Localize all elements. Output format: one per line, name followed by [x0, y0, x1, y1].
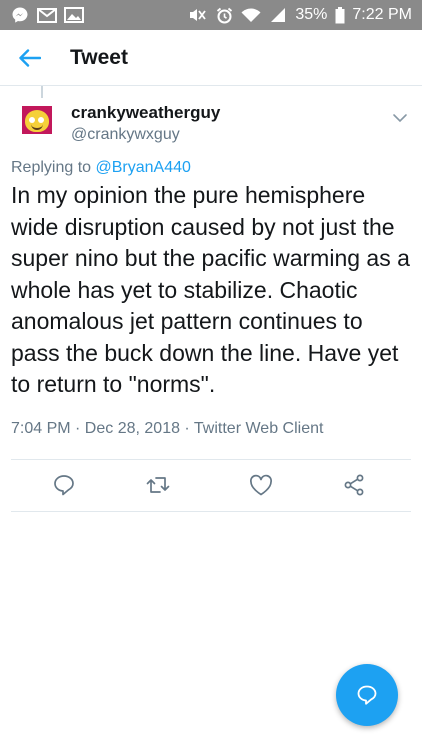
- reply-icon[interactable]: [51, 472, 77, 498]
- arrow-left-icon: [19, 48, 41, 67]
- battery-percent: 35%: [295, 6, 328, 23]
- compose-reply-icon: [355, 683, 379, 707]
- avatar[interactable]: [22, 106, 52, 142]
- status-left-icons: [10, 7, 84, 23]
- share-icon[interactable]: [341, 472, 367, 498]
- avatar-face: [25, 110, 49, 132]
- back-button[interactable]: [0, 30, 60, 86]
- image-icon: [64, 7, 84, 23]
- page-title: Tweet: [70, 45, 128, 69]
- replying-to: Replying to @BryanA440: [0, 158, 422, 178]
- retweet-icon[interactable]: [145, 472, 171, 498]
- tweet-text: In my opinion the pure hemisphere wide d…: [11, 182, 410, 397]
- signal-icon: [268, 7, 288, 23]
- chevron-down-icon[interactable]: [392, 110, 408, 126]
- like-icon[interactable]: [248, 472, 274, 498]
- tweet-actions: [11, 460, 411, 512]
- app-header: Tweet: [0, 30, 422, 86]
- status-bar: 35% 7:22 PM: [0, 0, 422, 30]
- author-display-name[interactable]: crankyweatherguy: [71, 102, 220, 124]
- tweet-author: crankyweatherguy @crankywxguy: [0, 86, 422, 158]
- wifi-icon: [241, 7, 261, 23]
- mail-icon: [37, 7, 57, 23]
- compose-reply-button[interactable]: [336, 664, 398, 726]
- mute-icon: [187, 7, 207, 23]
- status-time: 7:22 PM: [352, 6, 412, 23]
- replying-to-mention[interactable]: @BryanA440: [96, 159, 191, 176]
- replying-prefix: Replying to: [11, 159, 92, 176]
- author-names: crankyweatherguy @crankywxguy: [71, 102, 220, 146]
- avatar-shirt: [22, 134, 52, 142]
- battery-icon: [334, 6, 345, 23]
- author-handle[interactable]: @crankywxguy: [71, 124, 220, 146]
- tweet-meta: 7:04 PM · Dec 28, 2018 · Twitter Web Cli…: [11, 419, 324, 437]
- status-right-icons: 35% 7:22 PM: [187, 6, 412, 24]
- messenger-icon: [10, 7, 30, 23]
- alarm-icon: [214, 7, 234, 23]
